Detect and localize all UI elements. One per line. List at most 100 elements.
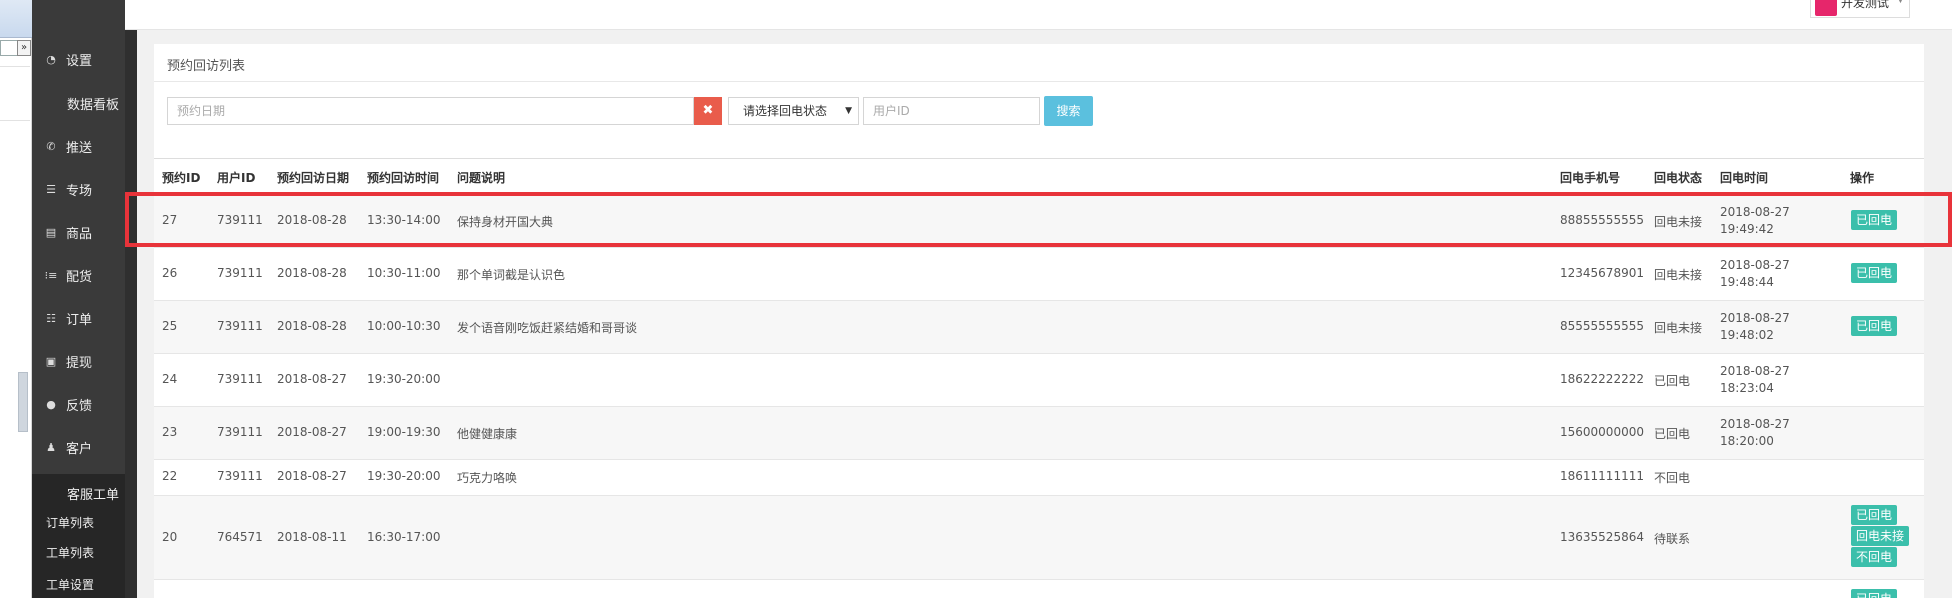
status-select-value: 请选择回电状态 [743,104,828,118]
user-menu[interactable]: 开发测试 ▼ [1810,0,1910,18]
action-called-button[interactable]: 已回电 [1851,263,1898,283]
cell-status: 待联系 [1654,532,1691,546]
table-header-border [154,158,1924,159]
sidebar-item-customers[interactable]: ♟ 客户 [32,431,125,463]
cell-date: 2018-08-27 [277,372,347,386]
action-call-missed-button[interactable]: 回电未接 [1851,526,1910,546]
cell-date: 2018-08-28 [277,319,347,333]
sidebar-item-label: 设置 [66,53,93,69]
avatar [1815,0,1837,16]
cell-phone: 18611111111 [1560,469,1644,483]
sidebar-section-title[interactable]: 客服工单 [67,484,119,503]
cell-phone: 18622222222 [1560,372,1644,386]
action-called-button[interactable]: 已回电 [1851,505,1898,525]
user-id-input[interactable]: 用户ID [863,97,1040,125]
cell-call-date: 2018-08-27 [1720,311,1790,325]
cell-call-time: 18:20:00 [1720,434,1774,448]
dashboard-icon: ◔ [46,52,56,66]
cell-description: 发个语音刚吃饭赶紧结婚和哥哥谈 [457,321,638,335]
sidebar-item-push[interactable]: ✆ 推送 [32,130,125,162]
column-header[interactable]: 用户ID [217,169,255,186]
sidebar-subitem-ticket-settings[interactable]: 工单设置 [46,576,94,593]
date-input[interactable]: 预约日期 [167,97,694,125]
cell-call-date: 2018-08-27 [1720,258,1790,272]
cell-date: 2018-08-27 [277,469,347,483]
column-header[interactable]: 回电时间 [1720,169,1768,186]
column-header[interactable]: 回电手机号 [1560,169,1620,186]
sidebar-item-special[interactable]: ☰ 专场 [32,173,125,205]
sidebar-submenu: 客服工单 订单列表 工单列表 工单设置 [32,474,125,598]
sidebar-item-data-board[interactable]: 数据看板 [67,94,119,113]
search-button[interactable]: 搜索 [1044,96,1093,126]
sidebar-item-withdraw[interactable]: ▣ 提现 [32,345,125,377]
cell-status: 不回电 [1654,471,1691,485]
cell-id: 24 [162,372,178,386]
cell-user-id: 739111 [217,266,263,280]
column-header[interactable]: 预约ID [162,169,200,186]
sidebar-subitem-order-list[interactable]: 订单列表 [46,514,94,531]
cell-description: 他健健康康 [457,427,518,441]
phone-icon: ✆ [46,139,56,153]
sidebar-item-label: 提现 [66,355,93,371]
cell-call-time: 19:48:02 [1720,328,1774,342]
column-header[interactable]: 操作 [1850,169,1874,186]
cell-description: 巧克力咯唤 [457,471,518,485]
top-bar: 一手 开发测试 ▼ [32,0,1952,30]
cell-call-date: 2018-08-27 [1720,364,1790,378]
money-icon: ▣ [45,354,57,368]
highlight-box [125,192,1952,247]
sidebar: ◔ 设置 数据看板 ✆ 推送 ☰ 专场 ▤ 商品 ⁝≡ 配货 ☷ 订单 ▣ 提现… [32,0,125,598]
cell-date: 2018-08-28 [277,266,347,280]
sidebar-item-feedback[interactable]: ● 反馈 [32,388,125,420]
cell-time: 10:30-11:00 [367,266,441,280]
scrollbar-thumb[interactable] [18,372,28,432]
cell-date: 2018-08-11 [277,530,347,544]
column-header[interactable]: 预约回访日期 [277,169,349,186]
clear-date-button[interactable]: ✖ [694,97,722,125]
table-row[interactable] [154,579,1924,598]
column-header[interactable]: 回电状态 [1654,169,1702,186]
list-icon: ☰ [46,182,56,196]
panel-title: 预约回访列表 [167,59,246,74]
sidebar-item-label: 商品 [66,226,93,242]
list-ol-icon: ⁝≡ [44,268,58,282]
user-name: 开发测试 [1841,0,1890,10]
status-select[interactable]: 请选择回电状态 ▼ [728,97,859,125]
cell-call-time: 18:23:04 [1720,381,1774,395]
sidebar-item-goods[interactable]: ▤ 商品 [32,216,125,248]
user-icon: ♟ [46,440,56,454]
action-called-button[interactable]: 已回电 [1851,316,1898,336]
comments-icon: ● [46,397,56,411]
sidebar-item-label: 专场 [66,183,93,199]
gutter [125,30,137,598]
column-header[interactable]: 问题说明 [457,169,505,186]
cell-call-date: 2018-08-27 [1720,417,1790,431]
sidebar-item-orders[interactable]: ☷ 订单 [32,302,125,334]
cell-phone: 15600000000 [1560,425,1644,439]
cell-id: 25 [162,319,178,333]
background-window-edge: » [0,0,32,598]
action-no-callback-button[interactable]: 不回电 [1851,547,1898,567]
window-titlebar [0,0,32,38]
sidebar-subitem-ticket-list[interactable]: 工单列表 [46,544,94,561]
table-icon: ☷ [46,311,56,325]
caret-down-icon: ▼ [1897,0,1904,5]
cell-time: 19:00-19:30 [367,425,441,439]
sidebar-item-label: 反馈 [66,398,93,414]
sidebar-item-label: 订单 [66,312,93,328]
cell-id: 26 [162,266,178,280]
cell-status: 回电未接 [1654,268,1703,282]
column-header[interactable]: 预约回访时间 [367,169,439,186]
cell-date: 2018-08-27 [277,425,347,439]
cell-user-id: 739111 [217,425,263,439]
action-called-button[interactable]: 已回电 [1851,589,1898,598]
divider [0,120,30,121]
sidebar-item-distribution[interactable]: ⁝≡ 配货 [32,259,125,291]
chevron-icon[interactable]: » [17,40,31,56]
sidebar-item-label: 推送 [66,140,93,156]
cell-user-id: 739111 [217,319,263,333]
sidebar-item-settings[interactable]: ◔ 设置 [32,43,125,75]
cell-user-id: 764571 [217,530,263,544]
cell-description: 那个单词截是认识色 [457,268,566,282]
caret-down-icon: ▼ [845,106,852,116]
